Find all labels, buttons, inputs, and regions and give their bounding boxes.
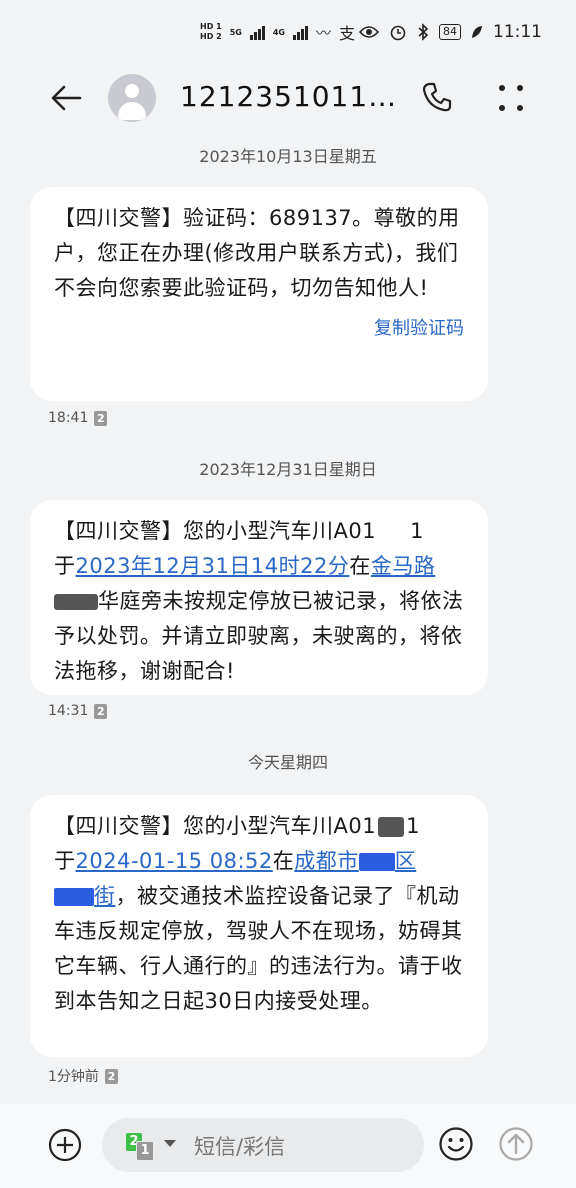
datetime-link[interactable]: 2023年12月31日14时22分 [76,554,350,578]
input-placeholder: 短信/彩信 [194,1135,286,1159]
status-left: HD 1 HD 2 5G 4G 〰 支 [200,20,355,44]
message-text-part: 【四川交警】您的小型汽车川A01 [54,519,377,543]
address-link[interactable]: 成都市区 [294,849,416,873]
message-text-part: 华庭旁未按规定停放已被记录，将依法予以处罚。并请立即驶离，未驶离的，将依法拖移，… [54,589,464,683]
street-link[interactable]: 街 [54,884,116,908]
sim-badge: 2 [94,703,108,719]
message-time: 18:41 [48,410,89,426]
bluetooth-icon [418,23,429,41]
hd1-label: HD 1 [200,22,222,31]
signal-icon-2 [292,24,308,40]
sim-alt: 1 [136,1141,154,1161]
message-meta: 14:31 2 [48,703,108,719]
message-time: 1分钟前 [48,1069,99,1085]
eye-icon [359,26,379,38]
message-bubble[interactable]: 【四川交警】您的小型汽车川A01 1 于2024-01-15 08:52在成都市区街… [30,795,488,1057]
redacted-block [378,817,405,837]
message-text: 【四川交警】验证码：689137。尊敬的用户，您正在办理(修改用户联系方式)，我… [54,206,460,300]
net2-label: 4G [272,27,285,37]
net1-label: 5G [229,27,242,37]
date-separator: 2023年12月31日星期日 [199,460,377,479]
redacted-block [54,594,98,610]
address-link[interactable]: 金马路 [371,554,436,578]
message-text-part: 在 [349,554,371,578]
message-text-part: 1 [410,519,424,543]
status-bar: HD 1 HD 2 5G 4G 〰 支 84 11:11 [0,0,576,66]
message-time: 14:31 [48,703,89,719]
battery-icon: 84 [439,24,461,40]
phone-icon[interactable] [420,80,454,114]
conversation-header: 1212351011… [0,66,576,130]
chevron-down-icon[interactable] [164,1140,176,1147]
add-icon[interactable] [48,1128,82,1162]
sim-badge: 2 [94,410,108,426]
message-bubble[interactable]: 【四川交警】验证码：689137。尊敬的用户，您正在办理(修改用户联系方式)，我… [30,187,488,401]
message-text-part: 在 [272,849,295,873]
message-text-part: 1 [406,814,420,838]
hd-indicator: HD 1 HD 2 [200,22,222,42]
emoji-icon[interactable] [438,1126,474,1162]
message-text-part: 【四川交警】您的小型汽车川A01 [54,814,377,838]
datetime-link[interactable]: 2024-01-15 08:52 [76,849,273,873]
alarm-icon [390,25,406,41]
more-icon[interactable] [496,80,526,114]
status-time: 11:11 [493,22,542,42]
sim-badge: 2 [104,1068,118,1084]
hd2-label: HD 2 [200,32,222,41]
contact-title[interactable]: 1212351011… [180,80,397,113]
wifi-icon: 〰 [315,23,331,42]
message-meta: 1分钟前 2 [48,1066,118,1086]
alipay-icon: 支 [338,24,355,43]
message-text-part: ，被交通技术监控设备记录了『机动车违反规定停放，驾驶人不在现场，妨碍其它车辆、行… [54,884,463,1013]
avatar-icon[interactable] [108,74,156,122]
copy-code-button[interactable]: 复制验证码 [54,314,464,340]
message-text-part: 于 [54,849,76,873]
composer-bar: 2 1 短信/彩信 [0,1104,576,1188]
message-meta: 18:41 2 [48,410,108,426]
message-text: 【四川交警】您的小型汽车川A01 1 于2024-01-15 08:52在成都市区街… [54,809,464,1019]
signal-icon [249,24,265,40]
date-separator: 2023年10月13日星期五 [199,147,377,166]
message-text: 【四川交警】您的小型汽车川A01 1 于2023年12月31日14时22分在金马路华… [54,514,464,689]
message-text-part: 于 [54,554,76,578]
leaf-icon [472,26,482,38]
message-input[interactable]: 2 1 短信/彩信 [102,1118,424,1172]
message-bubble[interactable]: 【四川交警】您的小型汽车川A01 1 于2023年12月31日14时22分在金马路华… [30,500,488,695]
send-icon[interactable] [498,1126,534,1162]
status-right: 84 11:11 [359,22,542,42]
sim-select-icon[interactable]: 2 1 [126,1133,154,1161]
date-separator: 今天星期四 [247,753,328,772]
back-arrow-icon[interactable] [46,78,86,118]
